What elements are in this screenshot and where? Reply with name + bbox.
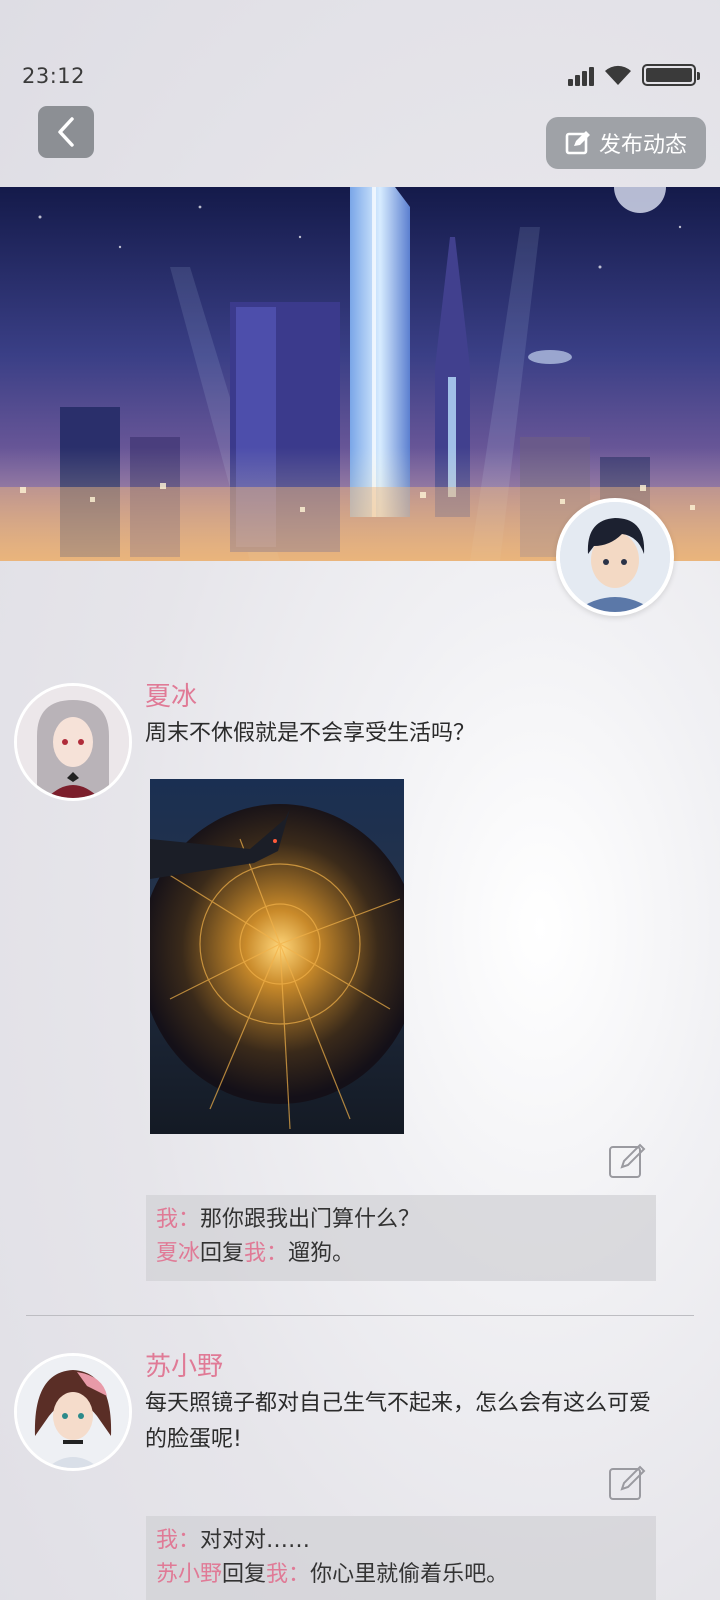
battery-icon (642, 64, 700, 86)
publish-post-button[interactable]: 发布动态 (546, 117, 706, 169)
comment-separator: ： (178, 1528, 201, 1553)
post-author-name[interactable]: 苏小野 (145, 1346, 223, 1383)
comment-text: 你心里就偷着乐吧。 (310, 1562, 509, 1587)
comment-item[interactable]: 我：对对对…… (156, 1524, 646, 1558)
comment-list: 我：对对对…… 苏小野回复我：你心里就偷着乐吧。 (146, 1516, 656, 1600)
post-text: 每天照镜子都对自己生气不起来，怎么会有这么可爱的脸蛋呢! (145, 1391, 652, 1452)
comment-reply-word: 回复 (200, 1241, 245, 1266)
comment-text: 那你跟我出门算什么？ (200, 1207, 421, 1232)
comment-author[interactable]: 我 (156, 1528, 178, 1553)
comment-icon[interactable] (608, 1465, 646, 1503)
wifi-icon (604, 64, 632, 86)
status-icons (568, 64, 700, 86)
post-text: 周末不休假就是不会享受生活吗？ (145, 721, 476, 746)
comment-separator: ： (266, 1241, 289, 1266)
status-time: 23:12 (22, 64, 86, 88)
comment-reply-target[interactable]: 我 (266, 1562, 288, 1587)
comment-reply-target[interactable]: 我 (244, 1241, 266, 1266)
comment-author[interactable]: 苏小野 (156, 1562, 222, 1587)
back-button[interactable] (38, 106, 94, 158)
post-divider (26, 1315, 694, 1316)
post-author-name[interactable]: 夏冰 (145, 676, 197, 713)
comment-separator: ： (178, 1207, 201, 1232)
comment-author[interactable]: 我 (156, 1207, 178, 1232)
comment-list: 我：那你跟我出门算什么？ 夏冰回复我：遛狗。 (146, 1195, 656, 1281)
signal-icon (568, 64, 594, 86)
comment-item[interactable]: 我：那你跟我出门算什么？ (156, 1203, 646, 1237)
comment-author[interactable]: 夏冰 (156, 1241, 200, 1266)
post-photo[interactable] (150, 779, 404, 1134)
comment-text: 对对对…… (200, 1528, 311, 1553)
post-author-avatar[interactable] (14, 683, 132, 801)
comment-reply-word: 回复 (222, 1562, 267, 1587)
comment-item[interactable]: 夏冰回复我：遛狗。 (156, 1237, 646, 1271)
publish-post-label: 发布动态 (598, 133, 687, 158)
comment-item[interactable]: 苏小野回复我：你心里就偷着乐吧。 (156, 1558, 646, 1592)
edit-icon (565, 131, 590, 155)
comment-text: 遛狗。 (288, 1241, 355, 1266)
comment-icon[interactable] (608, 1143, 646, 1181)
back-arrow-icon (58, 117, 74, 147)
comment-separator: ： (288, 1562, 311, 1587)
status-bar: 23:12 (0, 0, 720, 100)
post-author-avatar[interactable] (14, 1353, 132, 1471)
my-avatar[interactable] (556, 498, 674, 616)
